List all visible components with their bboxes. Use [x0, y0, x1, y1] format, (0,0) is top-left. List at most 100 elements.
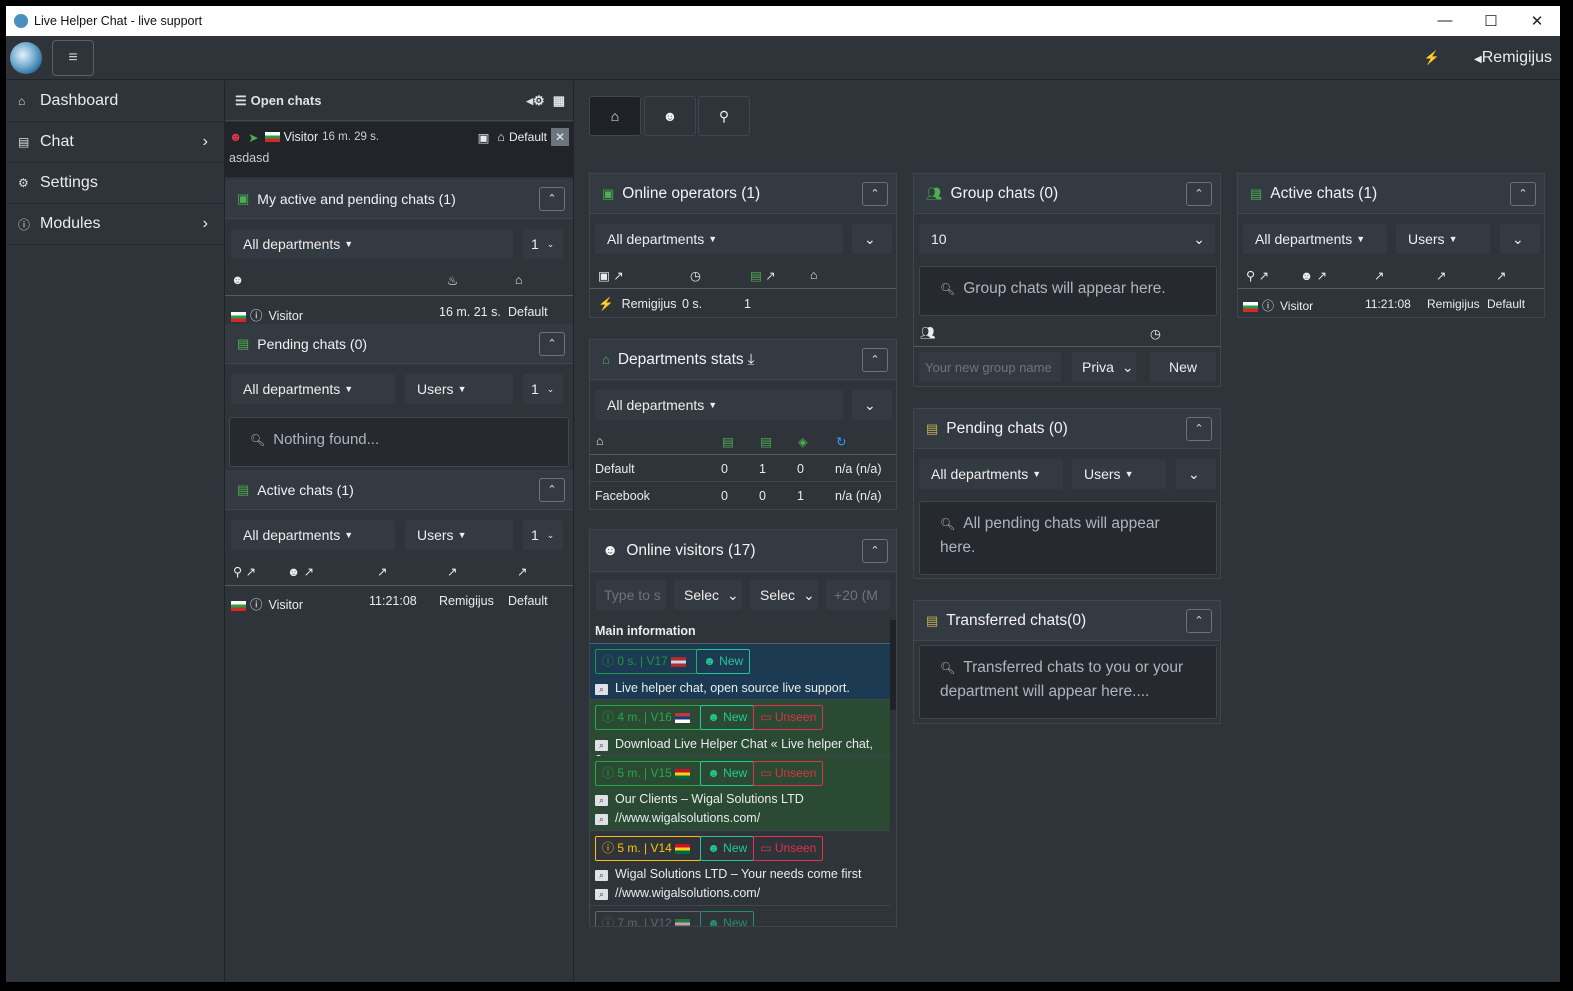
visitor-row[interactable]: ⓘ 4 m. | V16 ☻ New ▭ Unseen ⌕ Download Li… — [590, 700, 890, 765]
visitor-row[interactable]: ⓘ 0 s. | V17 ☻ New ⌕ Live helper chat, op… — [590, 644, 890, 700]
collapse-left-icon[interactable]: ◂⚙ — [527, 93, 545, 109]
departments-stats-card: ⌂ Departments stats ⤓ ⌃ All departments ▼ ⌄ … — [589, 339, 897, 510]
privacy-select[interactable]: Priva ⌄ — [1072, 352, 1136, 382]
department-select[interactable]: All departments ▼ — [231, 520, 395, 550]
new-badge: ☻ New — [700, 911, 755, 926]
limit-select[interactable]: 1 ⌄ — [523, 374, 563, 404]
input-placeholder: Your new group name — [925, 359, 1052, 375]
pending-chats-title: Pending chats (0) — [257, 335, 368, 352]
visitor-select-2[interactable]: Selec ⌄ — [750, 580, 818, 610]
collapse-button[interactable]: ⌃ — [862, 181, 888, 206]
department-select[interactable]: All departments ▼ — [595, 390, 843, 420]
flag-icon — [675, 843, 691, 854]
dropdown-select[interactable]: ⌄ — [852, 390, 892, 420]
divider — [1238, 288, 1544, 289]
table-row[interactable]: ⓘ Visitor 11:21:08 Remigijus Default — [1243, 297, 1541, 314]
window-title: Live Helper Chat - live support — [34, 14, 203, 28]
open-chats-title: Open chats — [250, 93, 322, 108]
maximize-button[interactable]: ☐ — [1468, 12, 1514, 30]
close-chat-icon[interactable]: ✕ — [551, 128, 569, 146]
table-row[interactable]: ⓘ Visitor 11:21:08 Remigijus Default — [231, 594, 567, 613]
chat-icon: ▤ — [926, 420, 939, 436]
collapse-button[interactable]: ⌃ — [1510, 181, 1536, 206]
divider — [225, 585, 573, 586]
home-icon: ⌂ — [497, 130, 505, 144]
close-button[interactable]: ✕ — [1514, 12, 1560, 30]
department-select[interactable]: All departments ▼ — [231, 374, 395, 404]
collapse-button[interactable]: ⌃ — [1186, 416, 1212, 441]
scrollbar[interactable] — [890, 620, 896, 710]
grid-icon[interactable]: ▦ — [553, 93, 565, 109]
my-chats-header: ▣ My active and pending chats (1) ⌃ — [225, 179, 573, 219]
table-row[interactable]: ⓘ Visitor 16 m. 21 s. Default — [231, 305, 567, 324]
department: Default — [1487, 297, 1526, 311]
badge-label: New — [719, 654, 744, 668]
select-value: All departments — [243, 236, 341, 252]
visitor-row[interactable]: ⓘ 5 m. | V15 ☻ New ▭ Unseen ⌕ Our Clients… — [590, 756, 890, 831]
table-row[interactable]: ⚡ Remigijus 0 s. 1 — [598, 297, 888, 312]
chat-duration: 16 m. 21 s. — [439, 305, 501, 319]
bolt-icon[interactable]: ⚡ — [1424, 50, 1440, 66]
visitor-icon: ☻ — [231, 273, 245, 287]
download-icon[interactable]: ⤓ — [748, 351, 755, 369]
visitor-row[interactable]: ⓘ 5 m. | V14 ☻ New ▭ Unseen ⌕ Wigal Solut… — [590, 831, 890, 906]
table-header: ▣ ↗ ◷ ▤ ↗ ⌂ — [598, 268, 888, 283]
collapse-button[interactable]: ⌃ — [862, 538, 888, 563]
new-group-button[interactable]: New — [1150, 352, 1216, 382]
collapse-button[interactable]: ⌃ — [862, 347, 888, 372]
chevron-down-icon: ⌄ — [546, 383, 555, 394]
sidebar-item-settings[interactable]: ⚙ Settings — [6, 163, 224, 204]
table-header: ⚲ ↗ ☻ ↗ ↗ ↗ ↗ — [233, 564, 569, 579]
department-select[interactable]: All departments ▼ — [919, 459, 1063, 489]
department-select[interactable]: All departments ▼ — [231, 229, 513, 259]
user-menu[interactable]: ◀Remigijus — [1474, 49, 1552, 67]
visitor-select-3[interactable]: +20 (M — [826, 580, 890, 610]
users-select[interactable]: Users ▼ — [1396, 224, 1490, 254]
group-limit-select[interactable]: 10 ⌄ — [919, 224, 1215, 254]
flag-icon — [675, 918, 691, 926]
collapse-button[interactable]: ⌃ — [539, 331, 565, 356]
limit-select[interactable]: 1 ⌄ — [523, 520, 563, 550]
users-select[interactable]: Users ▼ — [405, 374, 513, 404]
search-icon: 🔍︎ — [940, 661, 956, 675]
chat-icon: ▤ — [926, 612, 939, 628]
collapse-button[interactable]: ⌃ — [539, 186, 565, 211]
visit-time: 5 m. | V14 — [617, 841, 672, 855]
visitor-filter-input[interactable]: Type to s — [596, 580, 666, 610]
collapse-button[interactable]: ⌃ — [1186, 181, 1212, 206]
open-chat-item[interactable]: ☻ ➤ Visitor 16 m. 29 s. ▣ ⌂ Default ✕ as… — [225, 122, 573, 177]
tab-visitors[interactable]: ☻ — [644, 96, 696, 136]
home-icon: ⌂ — [610, 108, 620, 124]
collapse-button[interactable]: ⌃ — [1186, 608, 1212, 633]
limit-select[interactable]: 1 ⌄ — [523, 229, 563, 259]
users-select[interactable]: Users ▼ — [405, 520, 513, 550]
sidebar-item-modules[interactable]: ⓘ Modules › — [6, 204, 224, 245]
table-header: ⌂ ▤ ▤ ◈ ↻ — [596, 434, 892, 449]
info-icon: ⓘ — [602, 654, 615, 668]
menu-toggle-button[interactable]: ≡ — [52, 39, 94, 76]
divider — [590, 288, 896, 289]
sidebar-item-chat[interactable]: ▤ Chat › — [6, 122, 224, 163]
department-select[interactable]: All departments ▼ — [1243, 224, 1387, 254]
group-name-input[interactable]: Your new group name — [919, 352, 1061, 382]
trend-icon: ↗ — [1496, 269, 1507, 283]
stat-value: n/a (n/a) — [835, 489, 882, 503]
tab-map[interactable]: ⚲ — [698, 96, 750, 136]
dropdown-select[interactable]: ⌄ — [1176, 459, 1216, 489]
dropdown-select[interactable]: ⌄ — [1500, 224, 1540, 254]
collapse-button[interactable]: ⌃ — [539, 477, 565, 502]
select-value: All departments — [1255, 231, 1353, 247]
info-icon: ⓘ — [602, 841, 615, 855]
minimize-button[interactable]: — — [1422, 12, 1468, 30]
empty-state: 🔍︎ All pending chats will appear here. — [919, 501, 1217, 575]
visitor-select-1[interactable]: Selec ⌄ — [674, 580, 742, 610]
dropdown-select[interactable]: ⌄ — [852, 224, 892, 254]
tab-home[interactable]: ⌂ — [589, 96, 641, 136]
flag-icon — [231, 600, 246, 611]
department-select[interactable]: All departments ▼ — [595, 224, 843, 254]
sidebar-item-dashboard[interactable]: ⌂ Dashboard — [6, 81, 224, 122]
visitor-row[interactable]: ⓘ 7 m. | V12 ☻ New — [590, 906, 890, 926]
caret-down-icon: ▼ — [1448, 234, 1458, 244]
logo[interactable] — [10, 41, 42, 74]
users-select[interactable]: Users ▼ — [1072, 459, 1166, 489]
